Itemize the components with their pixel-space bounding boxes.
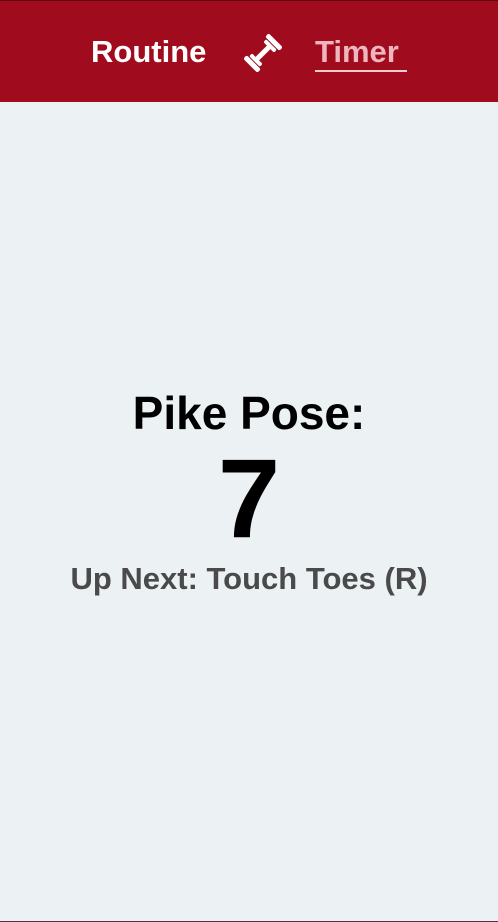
up-next-label: Up Next: Touch Toes (R) (70, 561, 428, 596)
timer-page: Routine Timer Pike Pose: 7 Up Next: Touc (0, 0, 498, 922)
timer-display: Pike Pose: 7 Up Next: Touch Toes (R) (0, 386, 498, 598)
active-tab-underline (315, 70, 407, 72)
nav-link-timer[interactable]: Timer (315, 34, 399, 70)
nav-link-routine[interactable]: Routine (91, 34, 206, 70)
countdown-seconds: 7 (217, 436, 281, 561)
top-navbar: Routine Timer (0, 0, 498, 102)
current-exercise-title: Pike Pose: (132, 387, 366, 439)
dumbbell-icon[interactable] (242, 33, 284, 73)
